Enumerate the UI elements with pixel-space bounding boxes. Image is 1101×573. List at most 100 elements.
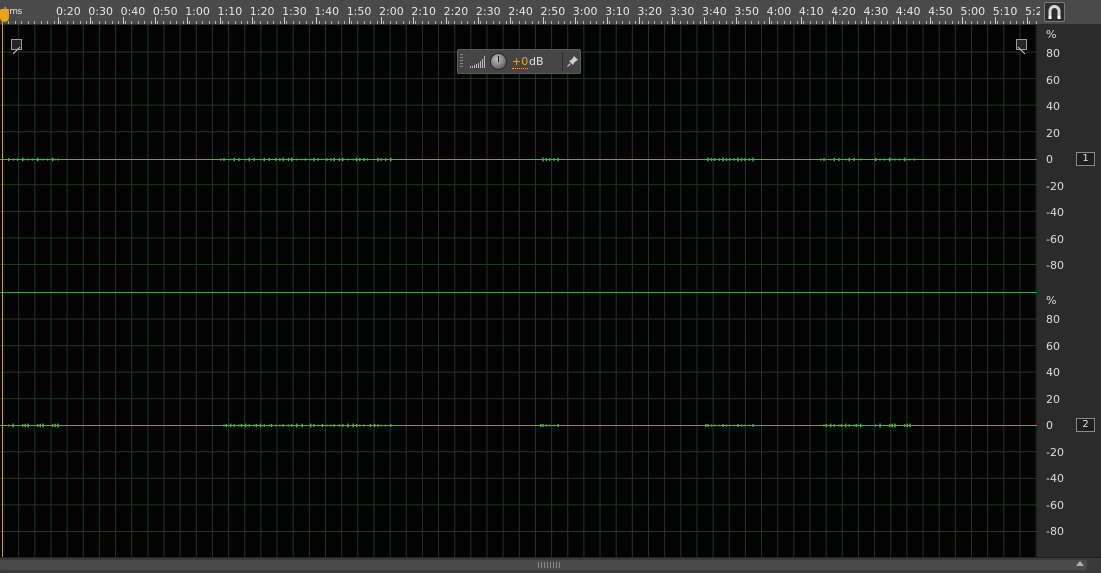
waveform-sample bbox=[233, 157, 235, 162]
waveform-sample bbox=[545, 157, 548, 162]
channel-badge[interactable]: 2 bbox=[1076, 418, 1095, 432]
waveform-sample bbox=[46, 424, 49, 427]
ruler-minor-tick bbox=[60, 21, 61, 24]
ruler-minor-tick bbox=[151, 21, 152, 24]
waveform-sample bbox=[820, 425, 822, 426]
waveform-sample bbox=[829, 423, 832, 428]
waveform-sample bbox=[8, 424, 10, 427]
hud-drag-grip[interactable] bbox=[460, 54, 463, 69]
waveform-sample bbox=[713, 158, 716, 161]
ruler-minor-tick bbox=[538, 21, 539, 24]
waveform-sample bbox=[358, 158, 361, 161]
ruler-minor-tick bbox=[383, 21, 384, 24]
horizontal-scrollbar[interactable] bbox=[0, 557, 1101, 573]
ruler-minor-tick bbox=[977, 21, 978, 24]
ruler-minor-tick bbox=[280, 21, 281, 24]
channel-badge[interactable]: 1 bbox=[1076, 152, 1095, 166]
waveform-sample bbox=[725, 424, 728, 427]
scale-value-label: -60 bbox=[1046, 232, 1064, 246]
ruler-minor-tick bbox=[1023, 21, 1024, 24]
waveform-sample bbox=[240, 423, 243, 428]
waveform-sample bbox=[31, 424, 34, 427]
ruler-tick bbox=[930, 17, 932, 24]
ruler-minor-tick bbox=[138, 21, 139, 24]
waveform-display[interactable] bbox=[0, 25, 1037, 557]
ruler-minor-tick bbox=[635, 21, 636, 24]
volume-value[interactable]: +0 bbox=[512, 55, 529, 69]
waveform-sample bbox=[347, 423, 349, 428]
waveform-sample bbox=[743, 424, 746, 427]
ruler-minor-tick bbox=[441, 21, 442, 24]
scale-value-label: 20 bbox=[1046, 392, 1060, 406]
ruler-time-label: 2:10 bbox=[411, 5, 436, 18]
waveform-sample bbox=[42, 423, 44, 428]
waveform-sample bbox=[363, 424, 365, 427]
ruler-minor-tick bbox=[583, 21, 584, 24]
waveform-sample bbox=[853, 424, 855, 427]
ruler-minor-tick bbox=[247, 21, 248, 24]
ruler-minor-tick bbox=[299, 21, 300, 24]
ruler-minor-tick bbox=[351, 21, 352, 24]
ruler-minor-tick bbox=[674, 21, 675, 24]
waveform-sample bbox=[369, 158, 372, 161]
ruler-minor-tick bbox=[835, 21, 836, 24]
waveform-sample bbox=[309, 423, 312, 428]
waveform-sample bbox=[333, 424, 335, 427]
waveform-sample bbox=[255, 158, 258, 161]
ruler-minor-tick bbox=[286, 21, 287, 24]
hud-volume-control[interactable]: +0 dB bbox=[457, 49, 581, 74]
ruler-minor-tick bbox=[144, 21, 145, 24]
snap-toggle-button[interactable] bbox=[1044, 2, 1065, 22]
waveform-sample bbox=[287, 157, 290, 162]
ruler-minor-tick bbox=[435, 21, 436, 24]
waveform-sample bbox=[255, 423, 258, 428]
waveform-sample bbox=[548, 424, 551, 427]
ruler-minor-tick bbox=[92, 21, 93, 24]
waveform-sample bbox=[848, 424, 850, 427]
waveform-sample bbox=[290, 424, 293, 427]
waveform-sample bbox=[557, 424, 559, 427]
ruler-minor-tick bbox=[1029, 21, 1030, 24]
waveform-sample bbox=[898, 424, 901, 427]
ruler-minor-tick bbox=[590, 21, 591, 24]
ruler-time-label: 1:40 bbox=[314, 5, 340, 18]
zoom-in-icon[interactable] bbox=[11, 39, 22, 55]
scale-value-label: 80 bbox=[1046, 47, 1060, 60]
pin-icon[interactable] bbox=[567, 55, 579, 67]
ruler-minor-tick bbox=[706, 21, 707, 24]
scrollbar-grip[interactable] bbox=[538, 562, 560, 568]
ruler-minor-tick bbox=[306, 21, 307, 24]
ruler-minor-tick bbox=[1036, 21, 1037, 24]
scale-value-label: 0 bbox=[1046, 419, 1053, 432]
ruler-minor-tick bbox=[932, 21, 933, 24]
ruler-minor-tick bbox=[28, 21, 29, 24]
ruler-minor-tick bbox=[816, 21, 817, 24]
waveform-sample bbox=[24, 423, 26, 428]
volume-knob-icon[interactable] bbox=[490, 53, 507, 70]
ruler-tick bbox=[704, 17, 705, 24]
waveform-sample bbox=[710, 157, 713, 162]
time-ruler[interactable]: hms 0:20 0:30 0:40 0:50 1:00 1:10 1:20 1:30 1:40… bbox=[0, 0, 1040, 25]
waveform-sample bbox=[338, 157, 341, 162]
ruler-minor-tick bbox=[738, 21, 739, 24]
waveform-sample bbox=[352, 158, 354, 161]
playhead-handle[interactable] bbox=[0, 9, 9, 22]
waveform-sample bbox=[279, 158, 281, 161]
zoom-out-icon[interactable] bbox=[1016, 39, 1027, 55]
ruler-minor-tick bbox=[196, 21, 197, 24]
waveform-sample bbox=[748, 424, 750, 427]
ruler-time-label: 5:00 bbox=[960, 5, 986, 18]
waveform-sample bbox=[913, 424, 916, 427]
ruler-minor-tick bbox=[80, 21, 81, 24]
ruler-minor-tick bbox=[648, 21, 649, 24]
waveform-sample bbox=[710, 424, 713, 427]
waveform-sample bbox=[557, 157, 559, 162]
ruler-minor-tick bbox=[887, 21, 888, 24]
waveform-sample bbox=[341, 157, 344, 162]
scale-value-label: 60 bbox=[1046, 73, 1060, 87]
waveform-sample bbox=[705, 159, 707, 160]
ruler-time-label: 4:00 bbox=[766, 5, 792, 18]
scroll-up-icon[interactable] bbox=[1076, 561, 1084, 566]
waveform-sample bbox=[330, 158, 332, 161]
ruler-minor-tick bbox=[822, 21, 823, 24]
